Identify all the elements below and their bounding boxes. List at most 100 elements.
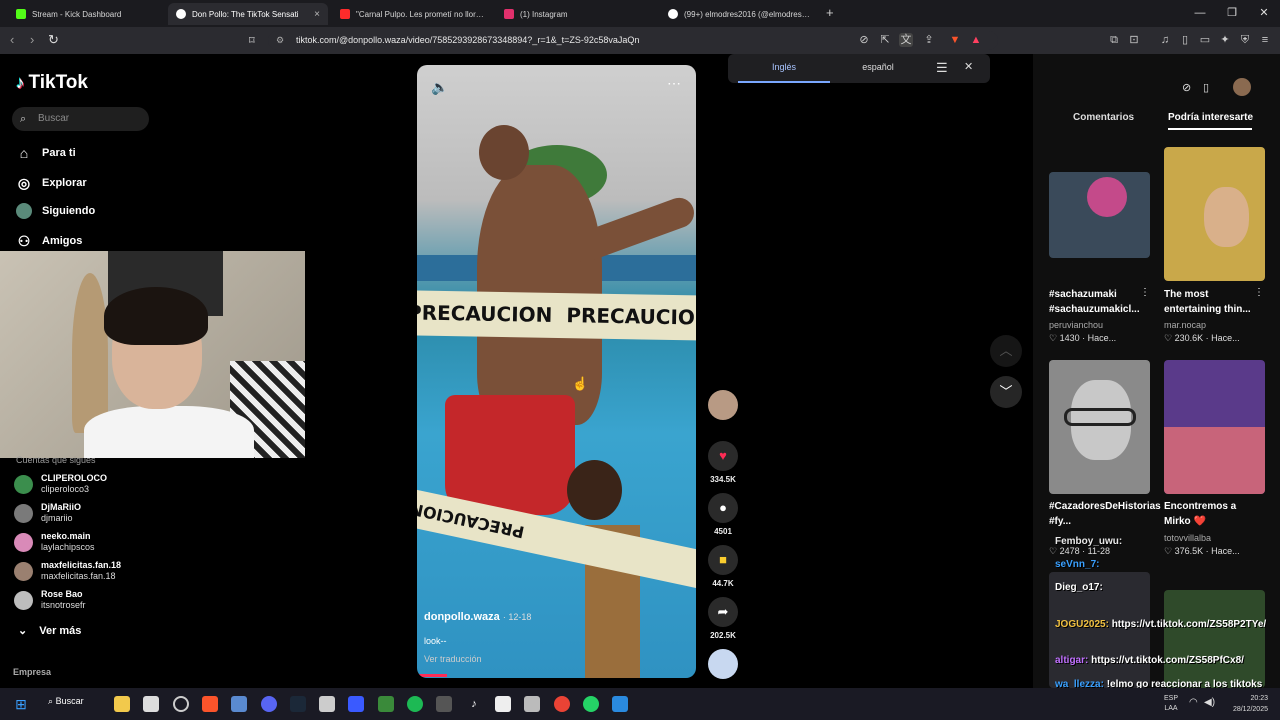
share-icon[interactable]: ⇪ [922, 33, 936, 47]
tab-youtube[interactable]: "Carnal Pulpo. Les prometí no llorar, [332, 3, 492, 25]
whatsapp-icon[interactable] [583, 696, 599, 712]
comment-button[interactable]: ● 4501 [707, 493, 739, 536]
save-button[interactable]: ■ 44.7K [707, 545, 739, 588]
leo-ai-icon[interactable]: ✦ [1218, 33, 1232, 47]
nav-siguiendo[interactable]: Siguiendo [16, 203, 95, 219]
nav-para-ti[interactable]: ⌂ Para ti [16, 145, 76, 161]
like-button[interactable]: ♥ 334.5K [707, 441, 739, 484]
wallet-icon[interactable]: ▭ [1198, 33, 1212, 47]
media-icon[interactable]: ♫ [1158, 33, 1172, 47]
taskbar-search[interactable]: ⌕ Buscar [48, 696, 84, 707]
mute-tab-icon[interactable]: ⊘ [857, 33, 871, 47]
brave-rewards-icon[interactable]: ▲ [969, 33, 983, 47]
app-icon[interactable] [524, 696, 540, 712]
close-window-icon[interactable]: ✕ [1248, 0, 1280, 27]
minecraft-icon[interactable] [378, 696, 394, 712]
app-icon[interactable] [231, 696, 247, 712]
lang-target-tab[interactable]: español [832, 54, 924, 83]
steam-icon[interactable] [290, 696, 306, 712]
vpn-icon[interactable]: ⛨ [1238, 33, 1252, 47]
progress-bar[interactable] [417, 674, 447, 677]
clock[interactable]: 20:23 28/12/2025 [1222, 693, 1268, 715]
minimize-icon[interactable]: — [1184, 0, 1216, 27]
card-title[interactable]: #CazadoresDeHistorias #fy... [1049, 499, 1161, 529]
file-explorer-icon[interactable] [114, 696, 130, 712]
translate-icon[interactable]: 文 [899, 33, 913, 47]
next-video-button[interactable]: ﹀ [990, 376, 1022, 408]
app-icon[interactable] [495, 696, 511, 712]
spotify-icon[interactable] [407, 696, 423, 712]
chrome-icon[interactable] [554, 696, 570, 712]
see-translation-link[interactable]: Ver traducción [424, 654, 482, 664]
screenshot-icon[interactable]: ⊡ [1127, 33, 1141, 47]
search-input[interactable]: ⌕ Buscar [12, 107, 149, 131]
app-icon[interactable] [436, 696, 452, 712]
obs-icon[interactable] [173, 696, 189, 712]
video-author[interactable]: donpollo.waza · 12-18 [424, 611, 531, 623]
nav-amigos[interactable]: ⚇ Amigos [16, 233, 83, 249]
more-icon[interactable]: ⋮ [1140, 287, 1150, 298]
forward-icon[interactable]: › [30, 32, 34, 47]
explore-icon[interactable]: ⊘ [1182, 81, 1191, 94]
card-title[interactable]: Encontremos a Mirko ❤️ [1164, 499, 1254, 529]
tab-instagram[interactable]: (1) Instagram [496, 3, 656, 25]
nav-explorar[interactable]: ◎ Explorar [16, 175, 87, 191]
close-tab-icon[interactable]: × [314, 9, 320, 20]
bookmark-icon[interactable]: ⌑ [249, 34, 255, 47]
app-icon[interactable] [348, 696, 364, 712]
brave-shield-icon[interactable]: ▼ [948, 33, 962, 47]
device-icon[interactable]: ▯ [1203, 81, 1209, 94]
translate-close-icon[interactable]: ✕ [964, 60, 973, 73]
back-icon[interactable]: ‹ [10, 32, 14, 47]
share-button[interactable]: ➦ 202.5K [707, 597, 739, 640]
card-title[interactable]: #sachazumaki #sachauzumakicl... [1049, 287, 1140, 317]
more-icon[interactable]: ⋮ [1254, 287, 1264, 298]
video-thumbnail[interactable] [1049, 360, 1150, 494]
wifi-icon[interactable]: ◠ [1189, 697, 1198, 708]
site-info-icon[interactable]: ⚙ [276, 31, 284, 50]
app-icon[interactable] [319, 696, 335, 712]
author-avatar[interactable] [707, 390, 739, 420]
account-item[interactable]: maxfelicitas.fan.18 maxfelicitas.fan.18 [14, 560, 121, 582]
video-thumbnail[interactable] [1049, 172, 1150, 258]
tiktok-logo[interactable]: ♪ TikTok [16, 72, 88, 94]
card-title[interactable]: The most entertaining thin... [1164, 287, 1254, 317]
maximize-icon[interactable]: ❐ [1216, 0, 1248, 27]
account-item[interactable]: DjMaRiiO djmariio [14, 502, 81, 524]
new-tab-button[interactable]: + [826, 5, 834, 20]
volume-icon[interactable]: ◀) [1204, 697, 1215, 708]
card-user[interactable]: totovvillalba [1164, 533, 1211, 543]
card-user[interactable]: mar.nocap [1164, 320, 1206, 330]
tab-comments[interactable]: Comentarios [1073, 112, 1134, 123]
video-player[interactable]: PRECAUCION PRECAUCION PRECAUCION 🔈 ⋯ don… [417, 65, 696, 678]
prev-video-button[interactable]: ︿ [990, 335, 1022, 367]
music-disc[interactable] [707, 649, 739, 679]
account-item[interactable]: neeko.main laylachipscos [14, 531, 95, 553]
tab-tiktok-profile[interactable]: (99+) elmodres2016 (@elmodres2016 [660, 3, 820, 25]
translate-menu-icon[interactable]: ☰ [936, 60, 948, 76]
mute-icon[interactable]: 🔈 [431, 79, 448, 96]
sidebar-icon[interactable]: ▯ [1178, 33, 1192, 47]
account-item[interactable]: Rose Bao itsnotrosefr [14, 589, 86, 611]
app-icon[interactable] [612, 696, 628, 712]
language-indicator[interactable]: ESP LAA [1158, 694, 1184, 714]
video-thumbnail[interactable] [1164, 147, 1265, 281]
store-icon[interactable] [143, 696, 159, 712]
profile-avatar[interactable] [1233, 78, 1251, 96]
tab-kick[interactable]: Stream - Kick Dashboard [8, 3, 168, 25]
card-user[interactable]: peruvianchou [1049, 320, 1103, 330]
reload-icon[interactable]: ↻ [48, 32, 59, 48]
tab-tiktok-active[interactable]: Don Pollo: The TikTok Sensati × [168, 3, 328, 25]
menu-icon[interactable]: ≡ [1258, 33, 1272, 47]
windows-start-icon[interactable]: ⊞ [13, 696, 29, 712]
open-external-icon[interactable]: ⇱ [878, 33, 892, 47]
more-options-icon[interactable]: ⋯ [667, 75, 681, 92]
tiktok-icon[interactable]: ♪ [466, 696, 482, 712]
extensions-icon[interactable]: ⧉ [1107, 33, 1121, 47]
brave-icon[interactable] [202, 696, 218, 712]
video-thumbnail[interactable] [1164, 590, 1265, 688]
account-item[interactable]: CLIPEROLOCO cliperoloco3 [14, 473, 107, 495]
discord-icon[interactable] [261, 696, 277, 712]
lang-source-tab[interactable]: Inglés [738, 54, 830, 83]
tab-recommended[interactable]: Podría interesarte [1168, 112, 1253, 123]
